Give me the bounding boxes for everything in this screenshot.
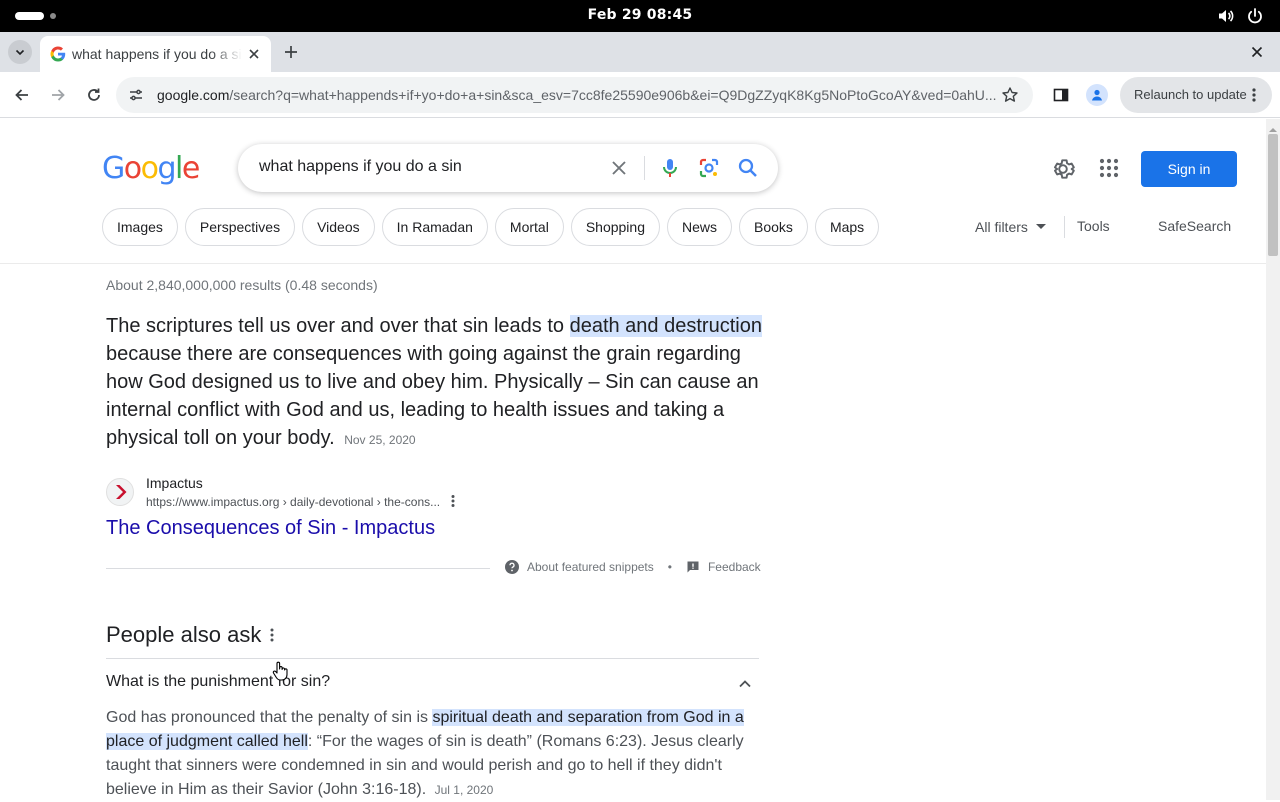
featured-snippet-text: The scriptures tell us over and over tha… xyxy=(106,312,766,454)
star-icon[interactable] xyxy=(1001,86,1019,109)
chip-images[interactable]: Images xyxy=(102,208,178,246)
gear-icon[interactable] xyxy=(1050,156,1076,187)
more-vert-icon[interactable] xyxy=(269,627,275,648)
lens-icon[interactable] xyxy=(697,156,721,185)
google-favicon xyxy=(50,46,66,67)
search-input[interactable]: what happens if you do a sin xyxy=(259,158,462,176)
snippet-highlight: death and destruction xyxy=(569,315,762,337)
new-tab-plus-icon[interactable] xyxy=(281,42,301,67)
address-bar[interactable]: google.com/search?q=what+happends+if+yo+… xyxy=(116,77,1033,113)
search-divider xyxy=(644,156,645,180)
relaunch-to-update-button[interactable]: Relaunch to update xyxy=(1120,77,1272,113)
chevron-up-icon[interactable] xyxy=(736,675,754,698)
system-clock[interactable]: Feb 29 08:45 xyxy=(0,7,1280,23)
paa-answer-date: Jul 1, 2020 xyxy=(434,783,494,797)
tools-button[interactable]: Tools xyxy=(1077,218,1110,234)
browser-toolbar: google.com/search?q=what+happends+if+yo+… xyxy=(0,72,1280,118)
feedback-link[interactable]: Feedback xyxy=(708,560,761,574)
filters-divider xyxy=(1064,216,1065,238)
power-icon[interactable] xyxy=(1246,7,1264,30)
result-stats: About 2,840,000,000 results (0.48 second… xyxy=(106,277,378,293)
side-panel-icon[interactable] xyxy=(1049,83,1073,107)
snippet-footer: About featured snippets • Feedback xyxy=(505,560,761,574)
paa-answer-before: God has pronounced that the penalty of s… xyxy=(106,709,433,726)
more-vert-icon[interactable] xyxy=(450,494,456,513)
chip-mortal[interactable]: Mortal xyxy=(494,208,564,246)
impactus-favicon[interactable] xyxy=(106,478,134,506)
close-tab-icon[interactable] xyxy=(246,46,262,67)
header-divider xyxy=(0,263,1266,264)
chip-books[interactable]: Books xyxy=(739,208,808,246)
chevron-down-icon xyxy=(15,49,25,56)
snippet-text-after: because there are consequences with goin… xyxy=(106,343,759,449)
snippet-date: Nov 25, 2020 xyxy=(344,433,416,447)
cursor-icon xyxy=(272,661,288,686)
all-filters-button[interactable]: All filters xyxy=(975,219,1046,235)
forward-icon[interactable] xyxy=(46,83,70,107)
paa-answer: God has pronounced that the penalty of s… xyxy=(106,706,761,802)
snippet-text-before: The scriptures tell us over and over tha… xyxy=(106,315,570,337)
back-icon[interactable] xyxy=(10,83,34,107)
snippet-divider xyxy=(106,568,490,569)
all-filters-label: All filters xyxy=(975,219,1028,235)
profile-icon[interactable] xyxy=(1086,84,1108,106)
chip-in-ramadan[interactable]: In Ramadan xyxy=(381,208,488,246)
url-path: /search?q=what+happends+if+yo+do+a+sin&s… xyxy=(229,87,997,103)
relaunch-label: Relaunch to update xyxy=(1134,87,1247,102)
filter-chips: Images Perspectives Videos In Ramadan Mo… xyxy=(102,208,880,246)
caret-down-icon xyxy=(1035,224,1046,229)
browser-tab[interactable]: what happens if you do a sin xyxy=(40,36,271,72)
paa-question[interactable]: What is the punishment for sin? xyxy=(106,673,330,691)
more-vert-icon[interactable] xyxy=(1251,87,1257,108)
google-logo[interactable]: Google xyxy=(102,151,200,187)
volume-icon[interactable] xyxy=(1217,7,1235,30)
paa-divider xyxy=(106,658,759,659)
clear-icon[interactable] xyxy=(609,158,629,183)
window-close-icon[interactable] xyxy=(1249,44,1265,65)
url-text[interactable]: google.com/search?q=what+happends+if+yo+… xyxy=(157,87,997,103)
chip-shopping[interactable]: Shopping xyxy=(570,208,660,246)
search-icon[interactable] xyxy=(736,156,760,185)
about-featured-snippets-link[interactable]: About featured snippets xyxy=(527,560,654,574)
source-url[interactable]: https://www.impactus.org › daily-devotio… xyxy=(146,495,440,509)
result-title-link[interactable]: The Consequences of Sin - Impactus xyxy=(106,517,435,540)
search-box[interactable]: what happens if you do a sin xyxy=(238,144,778,192)
footer-dot: • xyxy=(667,560,672,574)
chip-maps[interactable]: Maps xyxy=(814,208,880,246)
tab-search-button[interactable] xyxy=(8,40,32,64)
mic-icon[interactable] xyxy=(658,156,682,185)
scrollbar-thumb[interactable] xyxy=(1268,134,1278,256)
help-icon xyxy=(505,560,519,574)
source-name[interactable]: Impactus xyxy=(146,475,203,491)
apps-grid-icon[interactable] xyxy=(1097,156,1121,185)
people-also-ask-title: People also ask xyxy=(106,622,262,647)
chip-videos[interactable]: Videos xyxy=(302,208,375,246)
safesearch-button[interactable]: SafeSearch xyxy=(1158,218,1231,234)
tune-icon[interactable] xyxy=(128,87,144,108)
chip-news[interactable]: News xyxy=(667,208,733,246)
sign-in-button[interactable]: Sign in xyxy=(1141,151,1237,187)
feedback-icon xyxy=(687,561,699,573)
tab-title: what happens if you do a sin xyxy=(72,46,242,62)
url-host: google.com xyxy=(157,87,230,103)
reload-icon[interactable] xyxy=(82,83,106,107)
tab-strip: what happens if you do a sin xyxy=(0,32,1280,72)
chip-perspectives[interactable]: Perspectives xyxy=(184,208,296,246)
system-top-bar: Feb 29 08:45 xyxy=(0,0,1280,32)
